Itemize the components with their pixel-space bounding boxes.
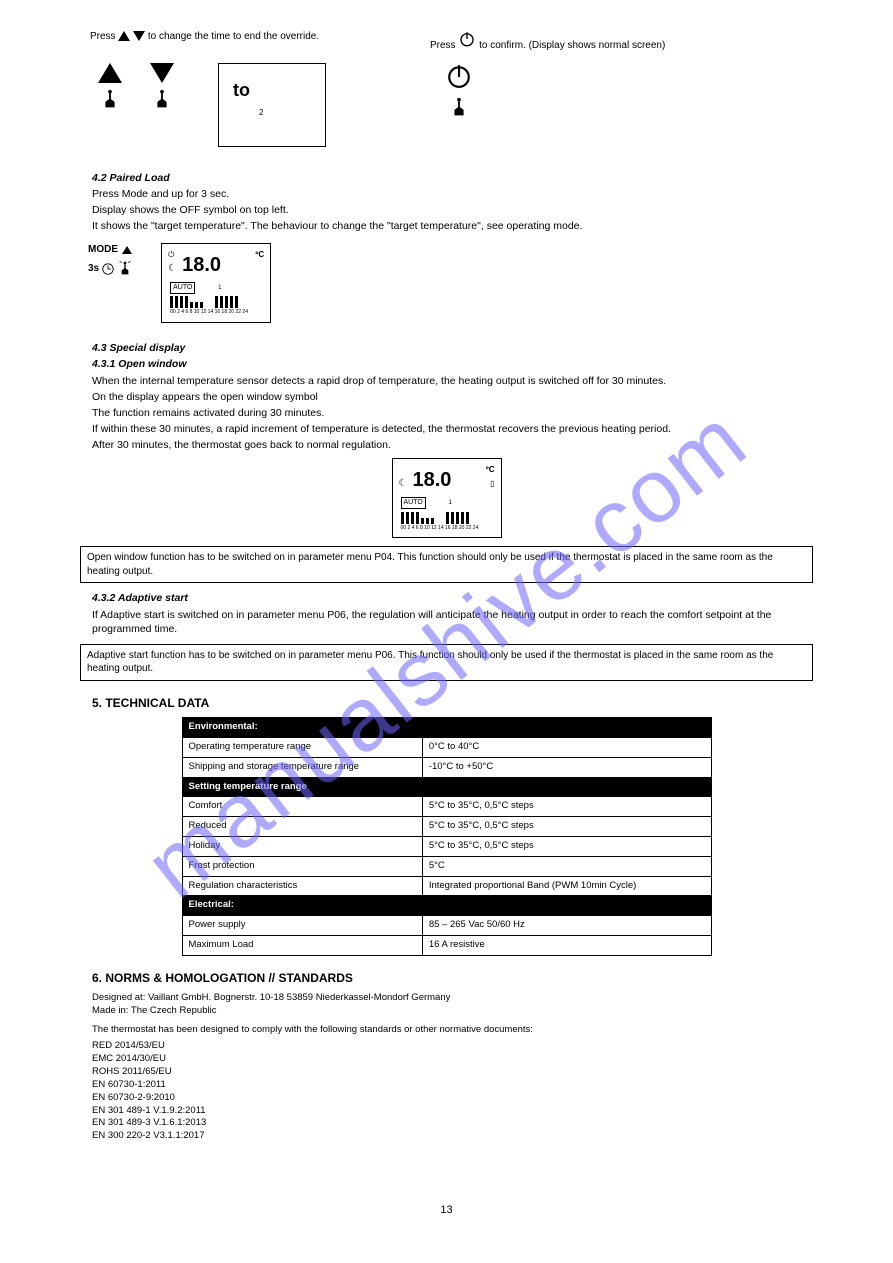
table-row: Shipping and storage temperature range-1… (182, 757, 711, 777)
touch-hand-icon (117, 259, 133, 279)
table-row: Holiday5°C to 35°C, 0,5°C steps (182, 836, 711, 856)
lcd-temp: 18.0 (182, 252, 221, 279)
norm-item: ROHS 2011/65/EU (92, 1066, 172, 1077)
adaptive-body: If Adaptive start is switched on in para… (92, 608, 812, 636)
paired-load-line2: Display shows the OFF symbol on top left… (92, 203, 812, 217)
note-box-open-window: Open window function has to be switched … (80, 546, 813, 583)
page-number: 13 (60, 1203, 833, 1218)
lcd-schedule-bars: 00 2 4 6 8 10 12 14 16 18 20 22 24 (170, 290, 262, 316)
paired-load-line3: It shows the "target temperature". The b… (92, 219, 812, 233)
mode-up-3s-gesture: MODE 3s (88, 243, 133, 279)
table-row: Maximum Load16 A resistive (182, 936, 711, 956)
note-box-adaptive: Adaptive start function has to be switch… (80, 644, 813, 681)
norm-item: RED 2014/53/EU (92, 1040, 165, 1051)
table-row: Frost protection5°C (182, 856, 711, 876)
section-4-3-1-title: 4.3.1 Open window (92, 358, 187, 370)
open-window-line3: The function remains activated during 30… (92, 406, 812, 420)
norm-item: EN 60730-2-9:2010 (92, 1092, 175, 1103)
down-arrow-large-icon (150, 63, 174, 83)
open-window-line4: If within these 30 minutes, a rapid incr… (92, 422, 812, 436)
up-arrow-large-icon (98, 63, 122, 83)
lcd-unit: ºC (486, 465, 495, 476)
table-row: Comfort5°C to 35°C, 0,5°C steps (182, 797, 711, 817)
table-row: Operating temperature range0°C to 40°C (182, 737, 711, 757)
norms-body: The thermostat has been designed to comp… (92, 1024, 822, 1037)
norm-item: EN 301 489-1 V.1.9.2:2011 (92, 1105, 206, 1116)
moon-icon: ☾ (399, 477, 408, 491)
section-5-title: 5. TECHNICAL DATA (92, 695, 833, 711)
technical-data-table: Environmental: Operating temperature ran… (182, 717, 712, 956)
section-4-3-2-title: 4.3.2 Adaptive start (92, 592, 188, 604)
lcd-unit: ºC (255, 250, 264, 261)
norm-item: EN 60730-1:2011 (92, 1079, 166, 1090)
spec-header-elec: Electrical: (182, 896, 711, 916)
table-row: Power supply85 – 265 Vac 50/60 Hz (182, 916, 711, 936)
press-power-label: Press to confirm. (Display shows normal … (430, 30, 710, 53)
lcd-hours: 00 2 4 6 8 10 12 14 16 18 20 22 24 (401, 525, 493, 532)
touch-hand-icon (448, 95, 470, 121)
norms-designed: Designed at: Vaillant GmbH. Bognerstr. 1… (92, 992, 822, 1005)
lcd-display-openwindow: ☾ 18.0 ºC ▯ AUTO 1 00 2 4 6 8 10 12 14 1… (392, 458, 502, 538)
spec-header-range: Setting temperature range (182, 777, 711, 797)
norm-item: EN 301 489-3 V.1.6.1:2013 (92, 1117, 206, 1128)
lcd-temp: 18.0 (413, 467, 452, 494)
norms-made: Made in: The Czech Republic (92, 1005, 822, 1018)
up-arrow-icon (122, 246, 132, 254)
display-to-box: to 2 (218, 63, 326, 147)
lcd-schedule-bars: 00 2 4 6 8 10 12 14 16 18 20 22 24 (401, 506, 493, 532)
down-arrow-icon (133, 31, 145, 41)
open-window-line2: On the display appears the open window s… (92, 390, 812, 404)
clock-icon (101, 262, 115, 276)
moon-icon: ☾ (168, 262, 177, 276)
norm-item: EN 300 220-2 V3.1.1:2017 (92, 1130, 205, 1141)
open-window-line1: When the internal temperature sensor det… (92, 374, 812, 388)
open-window-icon: ▯ (490, 479, 494, 490)
off-icon: ⏻ (168, 250, 174, 261)
lcd-display-paired: ⏻ ☾ 18.0 ºC AUTO 1 00 2 4 6 8 10 12 14 1… (161, 243, 271, 323)
section-4-3-title: 4.3 Special display (92, 342, 185, 354)
norm-item: EMC 2014/30/EU (92, 1053, 166, 1064)
section-6-title: 6. NORMS & HOMOLOGATION // STANDARDS (92, 970, 833, 986)
power-icon (458, 30, 476, 48)
spec-header-env: Environmental: (182, 718, 711, 738)
touch-hand-icon (99, 87, 121, 113)
power-large-icon (446, 63, 472, 89)
touch-hand-icon (151, 87, 173, 113)
open-window-line5: After 30 minutes, the thermostat goes ba… (92, 438, 812, 452)
table-row: Regulation characteristicsIntegrated pro… (182, 876, 711, 896)
table-row: Reduced5°C to 35°C, 0,5°C steps (182, 817, 711, 837)
up-arrow-icon (118, 31, 130, 41)
paired-load-line1: Press Mode and up for 3 sec. (92, 187, 812, 201)
press-arrows-label: Press to change the time to end the over… (90, 30, 430, 44)
section-4-2-title: 4.2 Paired Load (92, 172, 170, 184)
lcd-hours: 00 2 4 6 8 10 12 14 16 18 20 22 24 (170, 309, 262, 316)
